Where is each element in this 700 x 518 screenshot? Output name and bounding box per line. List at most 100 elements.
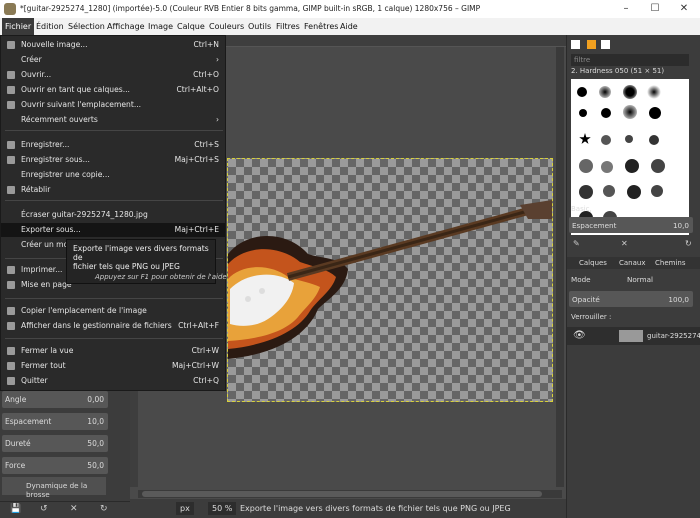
print-icon <box>7 266 15 274</box>
edit-brush-icon[interactable]: ✎ <box>573 239 580 248</box>
current-brush-label: 2. Hardness 050 (51 × 51) <box>571 67 665 75</box>
quit-icon <box>7 377 15 385</box>
layer-row[interactable]: 👁 guitar-2925274 <box>567 327 700 345</box>
vertical-scrollbar[interactable] <box>556 47 564 487</box>
brush-tabs <box>571 39 695 51</box>
refresh-brushes-icon[interactable]: ↻ <box>685 239 692 248</box>
menu-selection[interactable]: Sélection <box>68 22 105 31</box>
image-canvas[interactable] <box>227 158 566 402</box>
patterns-tab-icon[interactable] <box>587 40 596 49</box>
spacing-option[interactable]: Espacement 10,0 <box>2 413 108 430</box>
menu-item-creer[interactable]: Créer › <box>1 53 225 67</box>
lock-label: Verrouiller : <box>571 313 612 321</box>
brushes-tab-icon[interactable] <box>571 40 580 49</box>
status-message: Exporte l'image vers divers formats de f… <box>240 504 511 513</box>
close-window-button[interactable]: ✕ <box>670 0 698 18</box>
menu-edition[interactable]: Édition <box>36 22 64 31</box>
restore-icon[interactable]: ↺ <box>40 504 48 514</box>
tooltip-line-1: Exporte l'image vers divers formats de <box>73 244 209 262</box>
tab-chemins[interactable]: Chemins <box>655 259 685 267</box>
menu-image[interactable]: Image <box>148 22 173 31</box>
save-as-icon <box>7 156 15 164</box>
hardness-option[interactable]: Dureté 50,0 <box>2 435 108 452</box>
open-layers-icon <box>7 86 15 94</box>
menu-separator <box>5 298 223 299</box>
tooltip-hint: Appuyez sur F1 pour obtenir de l'aide <box>95 273 227 281</box>
menu-item-quitter[interactable]: Quitter Ctrl+Q <box>1 374 225 388</box>
save-preset-icon[interactable]: 💾 <box>10 504 21 514</box>
layers-tabs: Calques Canaux Chemins <box>567 257 700 269</box>
menu-outils[interactable]: Outils <box>248 22 271 31</box>
menu-item-copier-emplacement[interactable]: Copier l'emplacement de l'image <box>1 304 225 318</box>
angle-option[interactable]: Angle 0,00 <box>2 391 108 408</box>
menu-fichier[interactable]: Fichier <box>2 18 35 35</box>
menu-filtres[interactable]: Filtres <box>276 22 300 31</box>
maximize-button[interactable]: ☐ <box>641 0 669 18</box>
menu-item-ecraser[interactable]: Écraser guitar-2925274_1280.jpg <box>1 208 225 222</box>
mode-select[interactable]: Normal <box>627 275 653 284</box>
close-all-icon <box>7 362 15 370</box>
tab-canaux[interactable]: Canaux <box>619 259 645 267</box>
gradients-tab-icon[interactable] <box>601 40 610 49</box>
export-tooltip: Exporte l'image vers divers formats de f… <box>66 239 227 284</box>
brush-preset-label: Basic, <box>571 205 592 213</box>
menu-fenetres[interactable]: Fenêtres <box>304 22 338 31</box>
menu-item-enregistrer-sous[interactable]: Enregistrer sous... Maj+Ctrl+S <box>1 153 225 167</box>
brush-filter-input[interactable]: filtre <box>571 54 689 66</box>
visibility-eye-icon[interactable]: 👁 <box>573 330 586 341</box>
delete-icon[interactable]: ✕ <box>70 504 78 514</box>
menu-item-gestionnaire-fichiers[interactable]: Afficher dans le gestionnaire de fichier… <box>1 319 225 333</box>
menu-item-nouvelle-image[interactable]: Nouvelle image... Ctrl+N <box>1 38 225 52</box>
menu-item-fermer-vue[interactable]: Fermer la vue Ctrl+W <box>1 344 225 358</box>
menu-item-ouvrir-calques[interactable]: Ouvrir en tant que calques... Ctrl+Alt+O <box>1 83 225 97</box>
unit-select[interactable]: px <box>176 502 194 515</box>
title-bar: *[guitar-2925274_1280] (importée)-5.0 (C… <box>0 0 700 18</box>
menu-separator <box>5 200 223 201</box>
menu-item-retablir[interactable]: Rétablir <box>1 183 225 197</box>
force-option[interactable]: Force 50,0 <box>2 457 108 474</box>
menu-item-enregistrer-copie[interactable]: Enregistrer une copie... <box>1 168 225 182</box>
new-image-icon <box>7 41 15 49</box>
copy-location-icon <box>7 307 15 315</box>
menu-item-ouvrir[interactable]: Ouvrir... Ctrl+O <box>1 68 225 82</box>
page-setup-icon <box>7 281 15 289</box>
open-icon <box>7 71 15 79</box>
menu-bar: Fichier Édition Sélection Affichage Imag… <box>0 18 700 35</box>
revert-icon <box>7 186 15 194</box>
reset-icon[interactable]: ↻ <box>100 504 108 514</box>
guitar-image <box>228 199 566 359</box>
layer-thumbnail <box>619 330 643 342</box>
tooltip-line-2: fichier tels que PNG ou JPEG <box>73 262 180 271</box>
opacity-option[interactable]: Opacité 100,0 <box>569 291 693 307</box>
brush-spacing-option[interactable]: Espacement 10,0 <box>569 217 693 233</box>
right-dock: filtre 2. Hardness 050 (51 × 51) Basic, … <box>566 35 700 518</box>
minimize-button[interactable]: – <box>612 0 640 18</box>
menu-separator <box>5 130 223 131</box>
menu-calque[interactable]: Calque <box>177 22 205 31</box>
horizontal-scrollbar[interactable] <box>138 490 562 498</box>
tool-options-footer: 💾 ↺ ✕ ↻ <box>0 501 130 518</box>
gimp-logo-icon <box>4 3 16 15</box>
fichier-menu: Nouvelle image... Ctrl+N Créer › Ouvrir...… <box>0 35 226 391</box>
menu-item-enregistrer[interactable]: Enregistrer... Ctrl+S <box>1 138 225 152</box>
file-manager-icon <box>7 322 15 330</box>
menu-item-fermer-tout[interactable]: Fermer tout Maj+Ctrl+W <box>1 359 225 373</box>
dynamics-option[interactable]: Dynamique de la brosse <box>2 477 106 499</box>
menu-aide[interactable]: Aide <box>340 22 358 31</box>
menu-item-exporter-sous[interactable]: Exporter sous... Maj+Ctrl+E <box>1 223 225 237</box>
window-title: *[guitar-2925274_1280] (importée)-5.0 (C… <box>20 4 481 13</box>
tab-calques[interactable]: Calques <box>579 259 607 267</box>
brush-actions: ✎ ✕ ↻ <box>567 239 700 252</box>
menu-couleurs[interactable]: Couleurs <box>209 22 244 31</box>
location-icon <box>7 101 15 109</box>
menu-item-recemment-ouverts[interactable]: Récemment ouverts › <box>1 113 225 127</box>
menu-affichage[interactable]: Affichage <box>107 22 145 31</box>
status-bar: px 50 % Exporte l'image vers divers form… <box>130 499 566 518</box>
zoom-select[interactable]: 50 % <box>208 502 237 515</box>
menu-item-ouvrir-emplacement[interactable]: Ouvrir suivant l'emplacement... <box>1 98 225 112</box>
mode-label: Mode <box>571 275 591 284</box>
menu-separator <box>5 338 223 339</box>
save-icon <box>7 141 15 149</box>
delete-brush-icon[interactable]: ✕ <box>621 239 628 248</box>
close-view-icon <box>7 347 15 355</box>
